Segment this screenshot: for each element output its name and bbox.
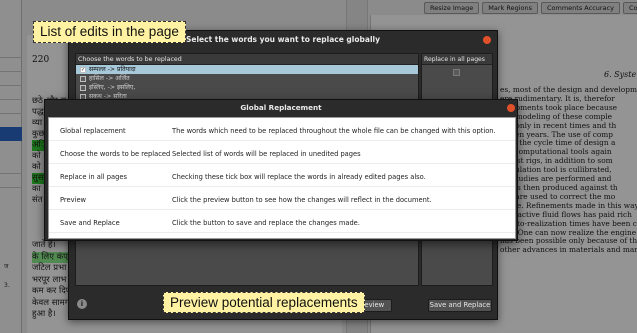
info-icon[interactable]: i <box>77 299 87 309</box>
save-and-replace-button[interactable]: Save and Replace <box>428 299 492 312</box>
close-icon[interactable] <box>507 104 515 112</box>
replace-all-pages-checkbox[interactable] <box>453 69 460 76</box>
annotation-list-of-edits: List of edits in the page <box>33 21 186 43</box>
list-header: Choose the words to be replaced <box>76 54 418 65</box>
replace-all-header: Replace in all pages <box>422 54 492 65</box>
table-row: Preview Click the preview button to see … <box>49 190 515 210</box>
checkbox-icon[interactable] <box>80 75 86 82</box>
help-table: Global replacement The words which need … <box>48 117 516 239</box>
checkbox-checked-icon[interactable]: ✓ <box>80 66 86 73</box>
global-replacement-dialog: Global Replacement Global replacement Th… <box>44 99 518 241</box>
row-description: Selected list of words will be replaced … <box>172 149 361 158</box>
list-item-text: हासिल -> अर्जित <box>89 75 130 82</box>
row-key: Save and Replace <box>60 218 120 227</box>
table-row: Replace in all pages Checking these tick… <box>49 167 515 187</box>
list-item[interactable]: ✓ सम्पल्ल -> प्रतिपादा <box>76 65 418 74</box>
row-description: The words which need to be replaced thro… <box>172 126 496 135</box>
row-description: Click the button to save and replace the… <box>172 218 360 227</box>
list-item[interactable]: इस्लिए, -> इसलिए, <box>76 83 418 92</box>
row-description: Checking these tick box will replace the… <box>172 172 426 181</box>
list-item-text: सम्पल्ल -> प्रतिपादा <box>89 66 136 73</box>
row-key: Preview <box>60 195 87 204</box>
list-item[interactable]: हासिल -> अर्जित <box>76 74 418 83</box>
list-item-text: इस्लिए, -> इसलिए, <box>89 84 136 91</box>
row-key: Choose the words to be replaced <box>60 149 171 158</box>
table-row: Choose the words to be replaced Selected… <box>49 144 515 164</box>
table-row: Global replacement The words which need … <box>49 121 515 141</box>
table-row: Save and Replace Click the button to sav… <box>49 213 515 233</box>
close-icon[interactable] <box>483 36 491 44</box>
row-key: Replace in all pages <box>60 172 127 181</box>
row-key: Global replacement <box>60 126 126 135</box>
checkbox-icon[interactable] <box>80 84 86 91</box>
dialog-title: Global Replacement <box>240 103 322 112</box>
row-description: Click the preview button to see how the … <box>172 195 432 204</box>
annotation-preview: Preview potential replacements <box>163 292 365 313</box>
